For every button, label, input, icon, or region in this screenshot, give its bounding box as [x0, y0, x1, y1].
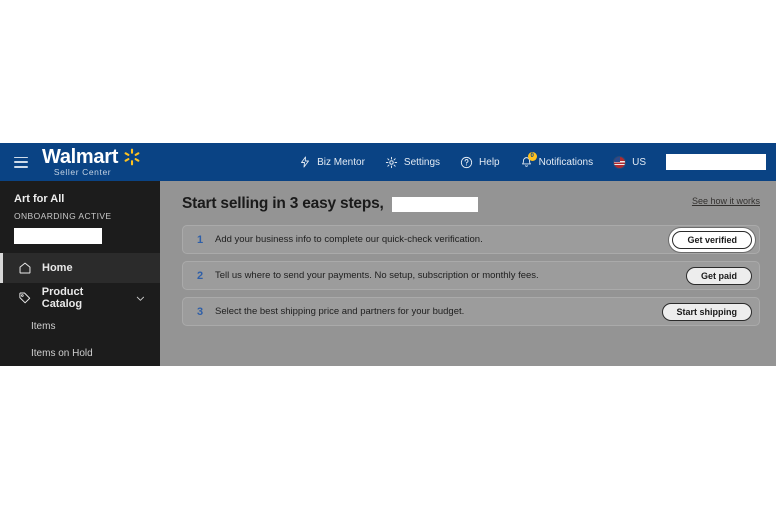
get-paid-button[interactable]: Get paid [685, 266, 752, 285]
onboarding-step-row: 2 Tell us where to send your payments. N… [182, 261, 760, 290]
step-number: 2 [197, 269, 204, 282]
walmart-seller-center-logo[interactable]: Walmart Seller Center [42, 147, 141, 177]
account-redacted-field[interactable] [666, 154, 766, 170]
brand-name: Walmart [42, 146, 119, 169]
onboarding-step-row: 3 Select the best shipping price and par… [182, 297, 760, 326]
nav-help[interactable]: Help [460, 156, 500, 169]
hamburger-menu-icon[interactable] [14, 156, 28, 168]
start-shipping-button[interactable]: Start shipping [661, 302, 752, 321]
step-number: 3 [197, 305, 204, 318]
sidebar-divider [0, 244, 160, 253]
brand-subtitle: Seller Center [53, 167, 112, 178]
us-flag-icon [613, 155, 627, 169]
sidebar-subitem-items-on-hold-label: Items on Hold [31, 348, 93, 359]
step-description: Tell us where to send your payments. No … [215, 270, 539, 281]
sidebar-item-home-label: Home [42, 262, 73, 274]
nav-help-label: Help [479, 156, 500, 168]
page-title: Start selling in 3 easy steps, [182, 195, 384, 212]
see-how-it-works-link[interactable]: See how it works [692, 195, 760, 206]
notification-badge-count: 0 [527, 151, 537, 161]
step-description: Select the best shipping price and partn… [215, 306, 465, 317]
tag-icon [19, 292, 31, 304]
header-nav-group: Biz Mentor Settings Help 0 Notifications… [299, 151, 776, 170]
locale-selector[interactable]: US [613, 155, 646, 169]
sidebar-item-product-catalog-label: Product Catalog [41, 286, 84, 310]
sidebar-subitem-items-on-hold[interactable]: Items on Hold [0, 340, 160, 367]
main-content: Start selling in 3 easy steps, See how i… [160, 181, 776, 366]
gear-icon [385, 156, 398, 168]
nav-biz-mentor-label: Biz Mentor [317, 156, 365, 168]
nav-settings[interactable]: Settings [385, 156, 440, 169]
chevron-down-icon [137, 296, 145, 301]
sidebar-item-home[interactable]: Home [0, 253, 160, 283]
onboarding-steps-list: 1 Add your business info to complete our… [182, 225, 760, 326]
top-navigation-bar: Walmart Seller Center Biz Mentor Setting… [0, 143, 776, 181]
onboarding-step-row: 1 Add your business info to complete our… [182, 225, 760, 254]
get-verified-button[interactable]: Get verified [672, 230, 752, 249]
sidebar-redacted-field [14, 228, 102, 244]
walmart-spark-icon [124, 148, 140, 166]
nav-notifications[interactable]: 0 Notifications [520, 151, 594, 169]
sidebar-item-product-catalog[interactable]: Product Catalog [0, 283, 160, 313]
nav-settings-label: Settings [403, 156, 441, 168]
sidebar-subitem-items[interactable]: Items [0, 313, 160, 340]
store-status-label: ONBOARDING ACTIVE [14, 211, 112, 221]
nav-biz-mentor[interactable]: Biz Mentor [299, 156, 365, 168]
store-name: Art for All [14, 193, 65, 205]
title-redacted-field [391, 197, 478, 212]
step-description: Add your business info to complete our q… [215, 234, 483, 245]
step-number: 1 [197, 233, 204, 246]
nav-notifications-label: Notifications [538, 156, 594, 168]
sidebar: Art for All ONBOARDING ACTIVE Home Produ… [0, 181, 160, 366]
question-circle-icon [460, 156, 473, 168]
home-icon [19, 262, 31, 274]
locale-label: US [632, 156, 646, 168]
lightning-icon [301, 156, 310, 168]
main-header-row: Start selling in 3 easy steps, See how i… [182, 195, 760, 213]
seller-center-app: Walmart Seller Center Biz Mentor Setting… [0, 143, 776, 366]
sidebar-subitem-items-label: Items [31, 321, 56, 332]
